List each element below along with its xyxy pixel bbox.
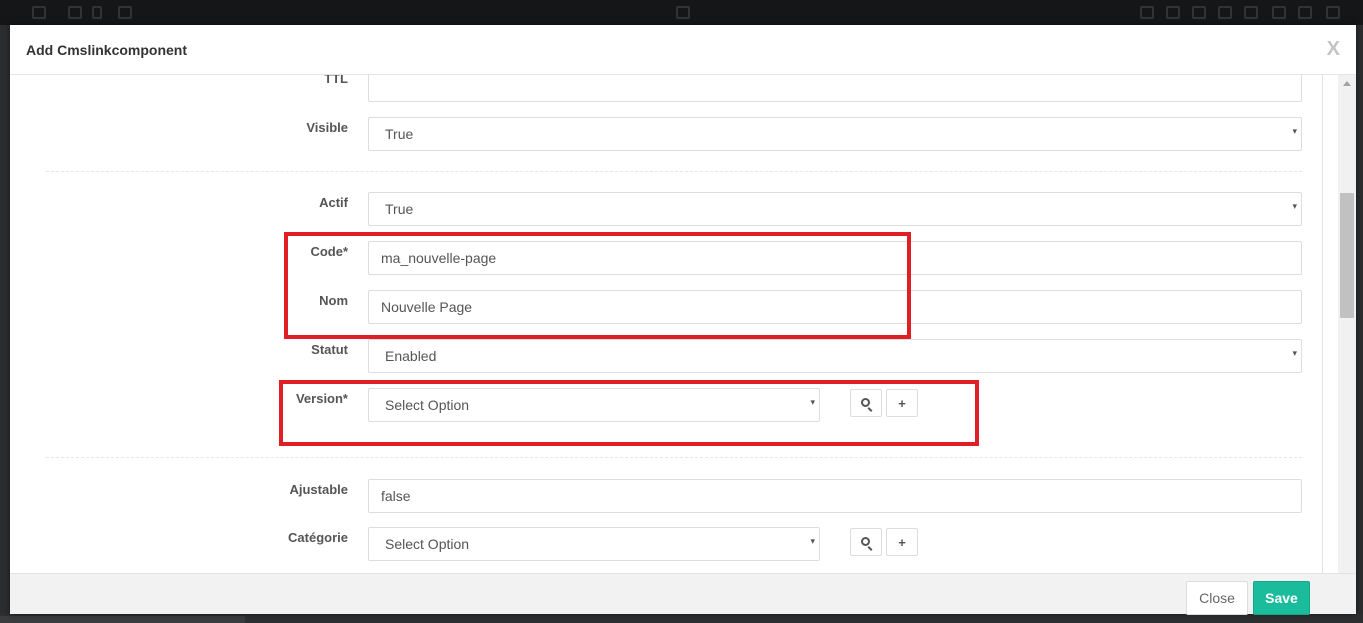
toolbar-icon <box>118 6 132 19</box>
form-row-categorie: Catégorie Select Option ▾ + <box>24 527 1322 561</box>
toolbar-icon <box>1192 6 1206 19</box>
nom-label: Nom <box>319 293 348 308</box>
scroll-up-arrow-icon[interactable] <box>1343 81 1351 86</box>
form-row-ttl: TTL <box>24 75 1322 102</box>
toolbar-icon <box>1298 6 1312 19</box>
form-row-statut: Statut Enabled ▾ <box>24 339 1322 373</box>
chevron-down-icon: ▾ <box>1292 348 1297 358</box>
section-divider <box>46 171 1302 172</box>
actif-select[interactable]: True ▾ <box>368 192 1302 226</box>
background-toolbar <box>0 0 1363 25</box>
categorie-label: Catégorie <box>288 530 348 545</box>
ttl-input[interactable] <box>368 75 1302 102</box>
toolbar-icon <box>1166 6 1180 19</box>
form-row-nom: Nom Nouvelle Page <box>24 290 1322 324</box>
plus-icon: + <box>898 395 906 411</box>
modal-title: Add Cmslinkcomponent <box>26 42 188 58</box>
chevron-down-icon: ▾ <box>810 397 815 407</box>
gear-icon <box>1326 6 1340 19</box>
form-row-visible: Visible True ▾ <box>24 117 1322 151</box>
statut-select-value: Enabled <box>385 348 437 364</box>
search-icon <box>860 397 870 407</box>
categorie-add-button[interactable]: + <box>886 528 918 556</box>
code-input[interactable]: ma_nouvelle-page <box>368 241 1302 275</box>
search-icon <box>860 536 870 546</box>
categorie-select-value: Select Option <box>385 536 470 552</box>
actif-label: Actif <box>319 195 348 210</box>
modal-body: TTL Visible True ▾ Actif True ▾ Code* ma… <box>24 75 1323 573</box>
ajustable-input[interactable]: false <box>368 479 1302 513</box>
chevron-down-icon: ▾ <box>1292 201 1297 211</box>
modal-scrollbar[interactable] <box>1338 75 1356 573</box>
modal-footer: Close Save <box>10 573 1356 615</box>
categorie-search-button[interactable] <box>850 528 882 556</box>
form-row-version: Version* Select Option ▾ + <box>24 388 1322 422</box>
statut-label: Statut <box>311 342 348 357</box>
nom-input[interactable]: Nouvelle Page <box>368 290 1302 324</box>
categorie-select[interactable]: Select Option ▾ <box>368 527 820 561</box>
chevron-down-icon: ▾ <box>1292 126 1297 136</box>
actif-select-value: True <box>385 201 414 217</box>
background-footer-segment <box>0 616 245 623</box>
section-divider <box>46 457 1302 458</box>
statut-select[interactable]: Enabled ▾ <box>368 339 1302 373</box>
close-icon[interactable]: X <box>1327 38 1340 61</box>
toolbar-icon <box>1272 6 1286 19</box>
code-label: Code* <box>310 244 348 259</box>
save-button[interactable]: Save <box>1253 581 1310 615</box>
version-search-button[interactable] <box>850 389 882 417</box>
ajustable-label: Ajustable <box>289 482 348 497</box>
version-select-value: Select Option <box>385 397 470 413</box>
version-select[interactable]: Select Option ▾ <box>368 388 820 422</box>
version-add-button[interactable]: + <box>886 389 918 417</box>
toolbar-icon <box>1140 6 1154 19</box>
close-button[interactable]: Close <box>1186 581 1248 615</box>
add-cmslinkcomponent-modal: Add Cmslinkcomponent X TTL Visible True … <box>10 25 1356 615</box>
form-row-ajustable: Ajustable false <box>24 479 1322 513</box>
toolbar-icon <box>68 6 82 19</box>
visible-select-value: True <box>385 126 414 142</box>
modal-header: Add Cmslinkcomponent X <box>10 25 1356 75</box>
toolbar-icon <box>1218 6 1232 19</box>
form-row-actif: Actif True ▾ <box>24 192 1322 226</box>
plus-icon: + <box>898 534 906 550</box>
background-footer <box>0 614 1363 623</box>
home-icon <box>676 6 690 19</box>
ttl-label: TTL <box>324 75 348 86</box>
scrollbar-thumb[interactable] <box>1340 193 1354 318</box>
form-row-code: Code* ma_nouvelle-page <box>24 241 1322 275</box>
toolbar-icon <box>1244 6 1258 19</box>
visible-select[interactable]: True ▾ <box>368 117 1302 151</box>
visible-label: Visible <box>306 120 348 135</box>
toolbar-icon <box>32 6 46 19</box>
toolbar-icon <box>92 6 102 19</box>
version-label: Version* <box>295 391 348 406</box>
chevron-down-icon: ▾ <box>810 536 815 546</box>
